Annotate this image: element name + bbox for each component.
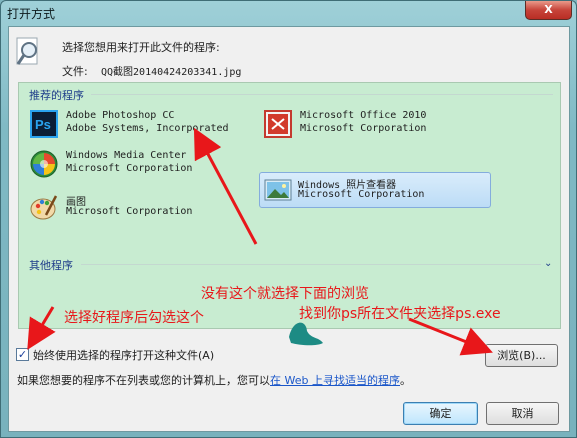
group-divider — [81, 264, 541, 265]
program-name: Microsoft Office 2010 — [300, 110, 427, 121]
browse-button[interactable]: 浏览(B)... — [485, 344, 558, 367]
footer-suffix: 。 — [399, 374, 411, 387]
chevron-down-icon[interactable]: ⌄ — [544, 258, 552, 269]
program-list[interactable]: 推荐的程序 Ps Adobe Photoshop CC Adobe System… — [18, 82, 561, 329]
annotation-check-after: 选择好程序后勾选这个 — [64, 310, 204, 326]
photoshop-icon: Ps — [30, 110, 58, 138]
office-icon — [264, 110, 292, 138]
program-item-photo-viewer[interactable]: Windows 照片查看器 Microsoft Corporation — [259, 172, 491, 208]
open-with-dialog: 打开方式 X 选择您想用来打开此文件的程序: 文件: QQ截图201404242… — [0, 0, 577, 438]
svg-text:Ps: Ps — [35, 117, 51, 132]
recommended-header: 推荐的程序 — [29, 89, 84, 102]
program-name: Adobe Photoshop CC — [66, 110, 175, 121]
file-label: 文件: — [62, 65, 88, 78]
program-item-photoshop[interactable]: Ps Adobe Photoshop CC Adobe Systems, Inc… — [28, 107, 248, 141]
always-use-label[interactable]: 始终使用选择的程序打开这种文件(A) — [33, 347, 214, 363]
program-item-media-center[interactable]: Windows Media Center Microsoft Corporati… — [28, 147, 248, 181]
program-vendor: Microsoft Corporation — [66, 206, 193, 217]
title-bar[interactable]: 打开方式 X — [1, 1, 576, 25]
program-name: Windows Media Center — [66, 150, 187, 161]
always-use-checkbox[interactable]: ✓ — [16, 348, 29, 361]
footer-message: 如果您想要的程序不在列表或您的计算机上，您可以 — [17, 374, 270, 387]
paint-icon — [30, 195, 58, 220]
group-divider — [91, 94, 553, 95]
media-center-icon — [30, 150, 58, 178]
annotation-find-ps: 找到你ps所在文件夹选择ps.exe — [299, 306, 501, 322]
ok-button[interactable]: 确定 — [403, 402, 478, 425]
program-vendor: Microsoft Corporation — [300, 123, 427, 134]
web-search-link[interactable]: 在 Web 上寻找适当的程序 — [270, 374, 400, 387]
program-vendor: Microsoft Corporation — [66, 163, 193, 174]
dialog-body: 选择您想用来打开此文件的程序: 文件: QQ截图20140424203341.j… — [8, 26, 570, 432]
annotation-no-program: 没有这个就选择下面的浏览 — [201, 286, 369, 302]
cancel-button[interactable]: 取消 — [486, 402, 559, 425]
program-vendor: Microsoft Corporation — [298, 189, 425, 200]
magnifier-document-icon — [16, 37, 38, 65]
footer-text: 如果您想要的程序不在列表或您的计算机上，您可以在 Web 上寻找适当的程序。 — [17, 372, 411, 388]
window-title: 打开方式 — [7, 7, 56, 21]
close-button[interactable]: X — [525, 1, 572, 20]
prompt-text: 选择您想用来打开此文件的程序: — [62, 41, 220, 54]
program-item-paint[interactable]: 画图 Microsoft Corporation — [28, 190, 248, 224]
program-item-office[interactable]: Microsoft Office 2010 Microsoft Corporat… — [262, 107, 482, 141]
other-programs-header[interactable]: 其他程序 — [29, 257, 73, 273]
photo-viewer-icon — [264, 179, 292, 201]
program-vendor: Adobe Systems, Incorporated — [66, 123, 229, 134]
file-name: QQ截图20140424203341.jpg — [101, 67, 242, 78]
